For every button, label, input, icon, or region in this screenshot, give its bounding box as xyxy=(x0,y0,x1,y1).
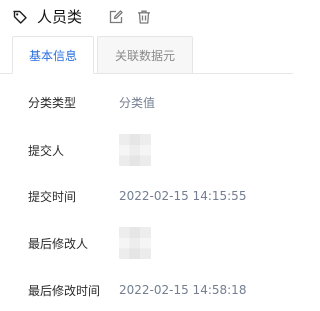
tab-label: 基本信息 xyxy=(28,48,77,63)
tab-basic-info[interactable]: 基本信息 xyxy=(12,36,94,74)
detail-row-submitter: 提交人 xyxy=(0,134,293,166)
delete-icon[interactable] xyxy=(136,9,152,25)
detail-row-category-type: 分类类型 分类值 xyxy=(0,90,293,114)
tab-label: 关联数据元 xyxy=(114,48,175,63)
page-title: 人员类 xyxy=(37,8,83,26)
field-label: 提交时间 xyxy=(28,189,77,204)
field-label: 分类类型 xyxy=(28,95,77,110)
field-value: 2022-02-15 14:58:18 xyxy=(119,283,247,297)
field-label: 最后修改时间 xyxy=(28,283,101,298)
submitter-avatar xyxy=(119,134,151,166)
detail-row-last-modified-time: 最后修改时间 2022-02-15 14:58:18 xyxy=(0,278,293,302)
field-label: 提交人 xyxy=(28,143,65,158)
detail-row-last-modifier: 最后修改人 xyxy=(0,227,293,259)
tag-icon xyxy=(12,9,28,25)
panel-header: 人员类 xyxy=(0,0,293,36)
last-modifier-avatar xyxy=(119,227,151,259)
edit-icon[interactable] xyxy=(108,9,124,25)
tab-related-data-elements[interactable]: 关联数据元 xyxy=(97,36,193,74)
field-value: 2022-02-15 14:15:55 xyxy=(119,189,247,203)
field-value: 分类值 xyxy=(119,95,156,110)
category-detail-panel: 人员类 基本信息 关联数据元 分类类型 分类值 提交人 提交时间 2022-02… xyxy=(0,0,293,311)
tab-bar: 基本信息 关联数据元 xyxy=(0,36,293,74)
detail-row-submit-time: 提交时间 2022-02-15 14:15:55 xyxy=(0,184,293,208)
field-label: 最后修改人 xyxy=(28,236,89,251)
